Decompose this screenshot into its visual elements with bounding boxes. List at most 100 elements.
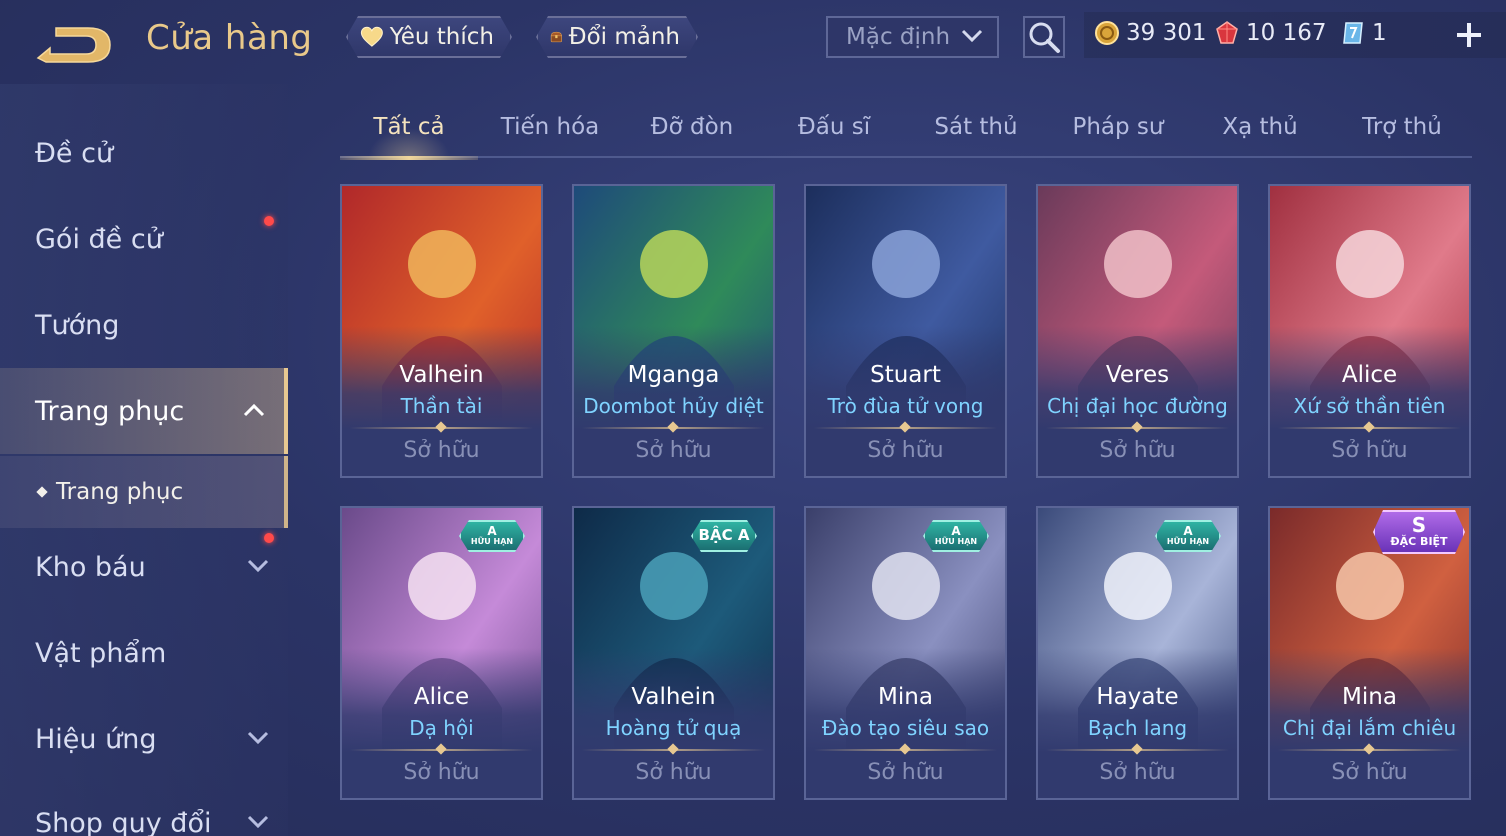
sidebar-item-label: Shop quy đổi — [35, 807, 212, 836]
favorites-button[interactable]: Yêu thích — [346, 16, 512, 58]
owned-status: Sở hữu — [635, 760, 712, 785]
tier-badge-sublabel: ĐẶC BIỆT — [1390, 535, 1448, 548]
skin-name: Xứ sở thần tiên — [1293, 394, 1446, 418]
ruby-amount: 10 167 — [1246, 20, 1327, 46]
currency-bar: 39 301 10 167 1 — [1084, 12, 1506, 58]
sidebar-item-exchange-shop[interactable]: Shop quy đổi — [0, 780, 288, 836]
chevron-down-icon — [247, 815, 269, 829]
tier-badge-label: A — [487, 524, 497, 538]
gold-balance: 39 301 — [1094, 20, 1206, 46]
treasure-chest-icon — [550, 22, 563, 52]
owned-status: Sở hữu — [635, 438, 712, 463]
top-bar: Cửa hàng Yêu thích Đổi mảnh Mặc định 39 … — [0, 0, 1506, 84]
tier-badge: A HỮU HẠN — [459, 520, 525, 552]
back-button[interactable] — [34, 24, 114, 66]
sidebar-item-label: Vật phẩm — [35, 637, 167, 669]
owned-status: Sở hữu — [403, 760, 480, 785]
ruby-icon — [1216, 21, 1238, 44]
skin-card[interactable]: Veres Chị đại học đường Sở hữu — [1036, 184, 1239, 478]
exchange-shards-label: Đổi mảnh — [568, 24, 680, 50]
tier-badge: S ĐẶC BIỆT — [1373, 510, 1465, 554]
search-button[interactable] — [1023, 16, 1065, 58]
tier-badge-label: A — [1183, 524, 1193, 538]
sidebar: Đề cử Gói đề cử Tướng Trang phục Trang p… — [0, 84, 288, 836]
skin-card[interactable]: Mganga Doombot hủy diệt Sở hữu — [572, 184, 775, 478]
skin-card[interactable]: Alice Xứ sở thần tiên Sở hữu — [1268, 184, 1471, 478]
tier-badge-sublabel: HỮU HẠN — [1166, 537, 1210, 546]
sidebar-subitem-skins[interactable]: Trang phục — [0, 456, 288, 528]
tier-badge: A HỮU HẠN — [923, 520, 989, 552]
skin-card[interactable]: Valhein Hoàng tử quạ Sở hữu BẬC A — [572, 506, 775, 800]
tier-badge-label: S — [1411, 513, 1427, 537]
tab-marksman[interactable]: Xạ thủ — [1192, 96, 1328, 158]
card-divider — [1046, 743, 1229, 755]
sidebar-item-items[interactable]: Vật phẩm — [0, 610, 288, 696]
top-up-button[interactable] — [1454, 20, 1484, 50]
tab-warrior[interactable]: Đấu sĩ — [766, 96, 902, 158]
voucher-icon — [1343, 22, 1363, 44]
tier-badge-label: A — [951, 524, 961, 538]
ruby-balance: 10 167 — [1214, 20, 1326, 46]
notification-dot — [264, 533, 274, 543]
card-divider — [350, 743, 533, 755]
skin-card[interactable]: Alice Dạ hội Sở hữu A HỮU HẠN — [340, 506, 543, 800]
hero-name: Veres — [1105, 362, 1170, 388]
tab-tank[interactable]: Đỡ đòn — [624, 96, 760, 158]
owned-status: Sở hữu — [1331, 438, 1408, 463]
chevron-up-icon — [243, 403, 265, 417]
chevron-down-icon — [247, 731, 269, 745]
owned-status: Sở hữu — [867, 760, 944, 785]
skin-card[interactable]: Mina Đào tạo siêu sao Sở hữu A HỮU HẠN — [804, 506, 1007, 800]
diamond-bullet-icon — [36, 486, 48, 498]
exchange-shards-button[interactable]: Đổi mảnh — [536, 16, 698, 58]
sidebar-item-treasure[interactable]: Kho báu — [0, 524, 288, 610]
back-icon — [36, 27, 111, 63]
owned-status: Sở hữu — [867, 438, 944, 463]
skin-name: Dạ hội — [409, 716, 474, 740]
tab-mage[interactable]: Pháp sư — [1050, 96, 1186, 158]
sidebar-item-label: Trang phục — [35, 395, 185, 427]
skin-name: Thần tài — [400, 394, 483, 418]
shop-screen: Cửa hàng Yêu thích Đổi mảnh Mặc định 39 … — [0, 0, 1506, 836]
tab-evolution[interactable]: Tiến hóa — [482, 96, 618, 158]
chevron-down-icon — [961, 29, 983, 43]
owned-status: Sở hữu — [1331, 760, 1408, 785]
card-divider — [1278, 743, 1461, 755]
sidebar-item-skins[interactable]: Trang phục — [0, 368, 288, 454]
hero-name: Alice — [1341, 362, 1398, 388]
card-divider — [582, 743, 765, 755]
card-divider — [350, 421, 533, 433]
sidebar-item-recommended-packs[interactable]: Gói đề cử — [0, 196, 288, 282]
sort-dropdown[interactable]: Mặc định — [826, 16, 999, 58]
skin-card[interactable]: Valhein Thần tài Sở hữu — [340, 184, 543, 478]
card-divider — [814, 421, 997, 433]
skin-name: Đào tạo siêu sao — [821, 716, 990, 740]
skin-name: Trò đùa tử vong — [827, 394, 984, 418]
skin-name: Hoàng tử quạ — [605, 716, 742, 740]
tier-badge: BẬC A — [691, 520, 757, 552]
skin-name: Chị đại học đường — [1047, 394, 1228, 418]
tab-all[interactable]: Tất cả — [340, 96, 478, 160]
chevron-down-icon — [247, 559, 269, 573]
skin-name: Doombot hủy diệt — [583, 394, 764, 418]
tier-badge-sublabel: HỮU HẠN — [470, 537, 514, 546]
tier-badge: A HỮU HẠN — [1155, 520, 1221, 552]
tab-support[interactable]: Trợ thủ — [1334, 96, 1470, 158]
skin-card[interactable]: Stuart Trò đùa tử vong Sở hữu — [804, 184, 1007, 478]
skin-name: Chị đại lắm chiêu — [1282, 716, 1457, 740]
owned-status: Sở hữu — [403, 438, 480, 463]
skin-card[interactable]: Mina Chị đại lắm chiêu Sở hữu S ĐẶC BIỆT — [1268, 506, 1471, 800]
tab-assassin[interactable]: Sát thủ — [908, 96, 1044, 158]
sidebar-item-heroes[interactable]: Tướng — [0, 282, 288, 368]
search-icon — [1029, 22, 1060, 53]
sidebar-item-effects[interactable]: Hiệu ứng — [0, 696, 288, 782]
skin-name: Bạch lang — [1087, 716, 1188, 740]
sidebar-item-recommended[interactable]: Đề cử — [0, 110, 288, 196]
hero-name: Mganga — [627, 362, 720, 388]
owned-status: Sở hữu — [1099, 438, 1176, 463]
sidebar-item-label: Kho báu — [35, 551, 146, 583]
skin-card[interactable]: Hayate Bạch lang Sở hữu A HỮU HẠN — [1036, 506, 1239, 800]
hero-name: Stuart — [870, 362, 941, 388]
sidebar-subitem-label: Trang phục — [56, 479, 184, 505]
heart-icon — [360, 22, 384, 52]
